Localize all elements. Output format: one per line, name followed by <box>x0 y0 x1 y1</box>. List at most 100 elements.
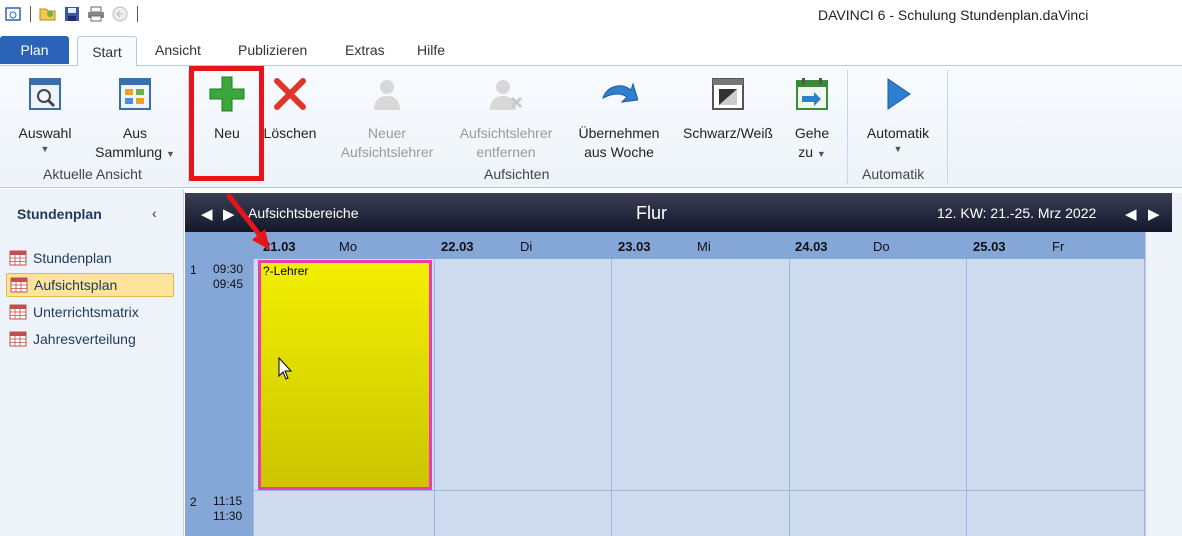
room-label: Flur <box>636 203 667 223</box>
grid-line <box>434 259 435 536</box>
uebernehmen-label-1: Übernehmen <box>578 125 660 141</box>
collapse-chevron-icon[interactable]: ‹ <box>152 205 157 221</box>
gehe-label-1: Gehe <box>794 125 830 141</box>
day-date-mi: 23.03 <box>618 239 651 254</box>
neuer-label-1: Neuer <box>367 125 407 141</box>
black-white-icon <box>709 74 747 114</box>
save-icon[interactable] <box>63 5 81 23</box>
tab-publizieren[interactable]: Publizieren <box>238 42 307 58</box>
next-week-icon[interactable]: ▶ <box>1148 205 1160 223</box>
chevron-down-icon: ▼ <box>40 144 50 154</box>
slot-number: 2 <box>190 495 197 509</box>
title-bar: DAVINCI 6 - Schulung Stundenplan.daVinci <box>0 0 1182 32</box>
app-icon[interactable] <box>4 5 22 23</box>
curved-arrow-icon <box>600 74 638 114</box>
supervision-appointment[interactable]: ?-Lehrer <box>258 260 432 490</box>
gehe-zu-button[interactable]: Gehe zu ▼ <box>788 74 836 162</box>
uebernehmen-label-2: aus Woche <box>584 144 654 160</box>
day-date-fr: 25.03 <box>973 239 1006 254</box>
prev-week-icon[interactable]: ◀ <box>1125 205 1137 223</box>
separator <box>137 6 138 22</box>
automatik-label: Automatik <box>866 125 930 141</box>
loeschen-label: Löschen <box>263 125 317 141</box>
sidebar-title: Stundenplan <box>17 206 102 222</box>
print-icon[interactable] <box>87 5 105 23</box>
tab-plan[interactable]: Plan <box>0 36 69 64</box>
day-name-fr: Fr <box>1052 239 1065 254</box>
nav-item-jahresverteilung[interactable]: Jahresverteilung <box>6 327 174 351</box>
grid-line <box>1144 259 1145 536</box>
day-name-mo: Mo <box>339 239 358 254</box>
auswahl-button[interactable]: Auswahl ▼ <box>14 74 76 155</box>
gehe-zu-text: zu <box>798 144 813 160</box>
table-icon <box>9 331 27 347</box>
grid-line <box>789 259 790 536</box>
delete-x-icon <box>271 74 309 114</box>
group-separator <box>847 70 848 184</box>
slot-start: 11:15 <box>213 494 243 508</box>
table-icon <box>9 250 27 266</box>
slot-end: 11:30 <box>213 509 243 523</box>
schwarz-weiss-button[interactable]: Schwarz/Weiß <box>678 74 778 143</box>
calendar-header: ◀ ▶ Aufsichtsbereiche Flur 12. KW: 21.-2… <box>185 193 1172 232</box>
nav-item-unterrichtsmatrix[interactable]: Unterrichtsmatrix <box>6 300 174 324</box>
nav-label: Aufsichtsplan <box>34 277 118 293</box>
nav-item-aufsichtsplan[interactable]: Aufsichtsplan <box>6 273 174 297</box>
collection-icon <box>116 74 154 114</box>
nav-label: Unterrichtsmatrix <box>33 304 139 320</box>
grid-line <box>253 490 1145 491</box>
appointment-label: ?-Lehrer <box>263 264 309 278</box>
time-column: 1 09:30 09:45 2 11:15 11:30 <box>185 259 253 536</box>
window-title: DAVINCI 6 - Schulung Stundenplan.daVinci <box>818 7 1089 23</box>
aus-sammlung-label-2: Sammlung ▼ <box>95 143 175 162</box>
aus-sammlung-label-1: Aus <box>122 125 148 141</box>
slot-number: 1 <box>190 263 197 277</box>
chevron-down-icon: ▼ <box>165 149 175 159</box>
calendar-goto-icon <box>793 74 831 114</box>
day-name-di: Di <box>520 239 533 254</box>
chevron-down-icon: ▼ <box>893 144 903 154</box>
auswahl-label: Auswahl <box>18 125 72 141</box>
tab-ansicht[interactable]: Ansicht <box>155 42 201 58</box>
tab-hilfe[interactable]: Hilfe <box>417 42 445 58</box>
week-label: 12. KW: 21.-25. Mrz 2022 <box>937 205 1097 221</box>
tab-start[interactable]: Start <box>77 36 137 67</box>
day-date-di: 22.03 <box>441 239 474 254</box>
loeschen-button[interactable]: Löschen <box>258 74 322 143</box>
scroll-area[interactable] <box>1145 232 1182 536</box>
slot-start: 09:30 <box>213 262 244 276</box>
day-header-row: 21.03 Mo 22.03 Di 23.03 Mi 24.03 Do 25.0… <box>185 232 1145 259</box>
next-area-icon[interactable]: ▶ <box>223 205 235 223</box>
neuer-label-2: Aufsichtslehrer <box>340 144 434 160</box>
undo-icon[interactable] <box>111 5 129 23</box>
aus-sammlung-text: Sammlung <box>95 144 163 160</box>
group-separator <box>947 70 948 184</box>
day-date-mo: 21.03 <box>263 239 296 254</box>
group-aktuelle-ansicht: Aktuelle Ansicht <box>43 166 142 182</box>
entfernen-label-1: Aufsichtslehrer <box>459 125 553 141</box>
highlight-box <box>189 66 264 181</box>
day-name-mi: Mi <box>697 239 711 254</box>
group-aufsichten: Aufsichten <box>484 166 550 182</box>
chevron-down-icon: ▼ <box>816 149 826 159</box>
aus-sammlung-button[interactable]: Aus Sammlung ▼ <box>91 74 179 162</box>
day-date-do: 24.03 <box>795 239 828 254</box>
open-icon[interactable] <box>39 5 57 23</box>
uebernehmen-button[interactable]: Übernehmen aus Woche <box>572 74 666 162</box>
nav-label: Stundenplan <box>33 250 112 266</box>
tab-extras[interactable]: Extras <box>345 42 385 58</box>
grid-line <box>611 259 612 536</box>
nav-label: Jahresverteilung <box>33 331 136 347</box>
prev-area-icon[interactable]: ◀ <box>201 205 213 223</box>
gehe-label-2: zu ▼ <box>798 143 826 162</box>
sidebar: Stundenplan ‹ Stundenplan Aufsichtsplan … <box>0 189 184 536</box>
neuer-aufsichtslehrer-button[interactable]: Neuer Aufsichtslehrer <box>334 74 440 162</box>
view-select-icon <box>26 74 64 114</box>
play-icon <box>879 74 917 114</box>
aufsichtslehrer-entfernen-button[interactable]: Aufsichtslehrer entfernen <box>452 74 560 162</box>
automatik-button[interactable]: Automatik ▼ <box>858 74 938 155</box>
quick-access-toolbar <box>4 5 140 23</box>
user-remove-icon <box>487 74 525 114</box>
nav-item-stundenplan[interactable]: Stundenplan <box>6 246 174 270</box>
table-icon <box>9 304 27 320</box>
